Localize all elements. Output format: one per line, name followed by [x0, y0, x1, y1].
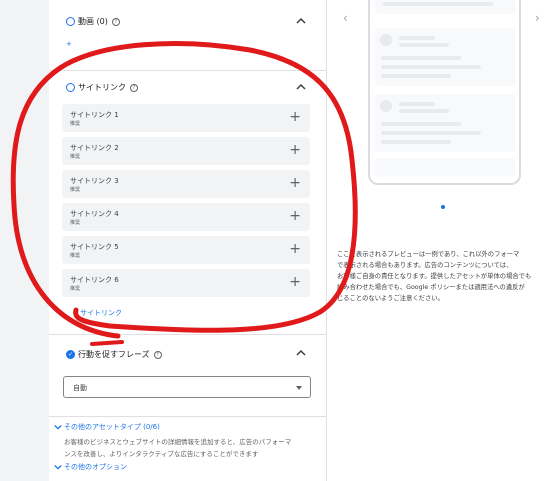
red-circle-annotation — [10, 41, 358, 346]
